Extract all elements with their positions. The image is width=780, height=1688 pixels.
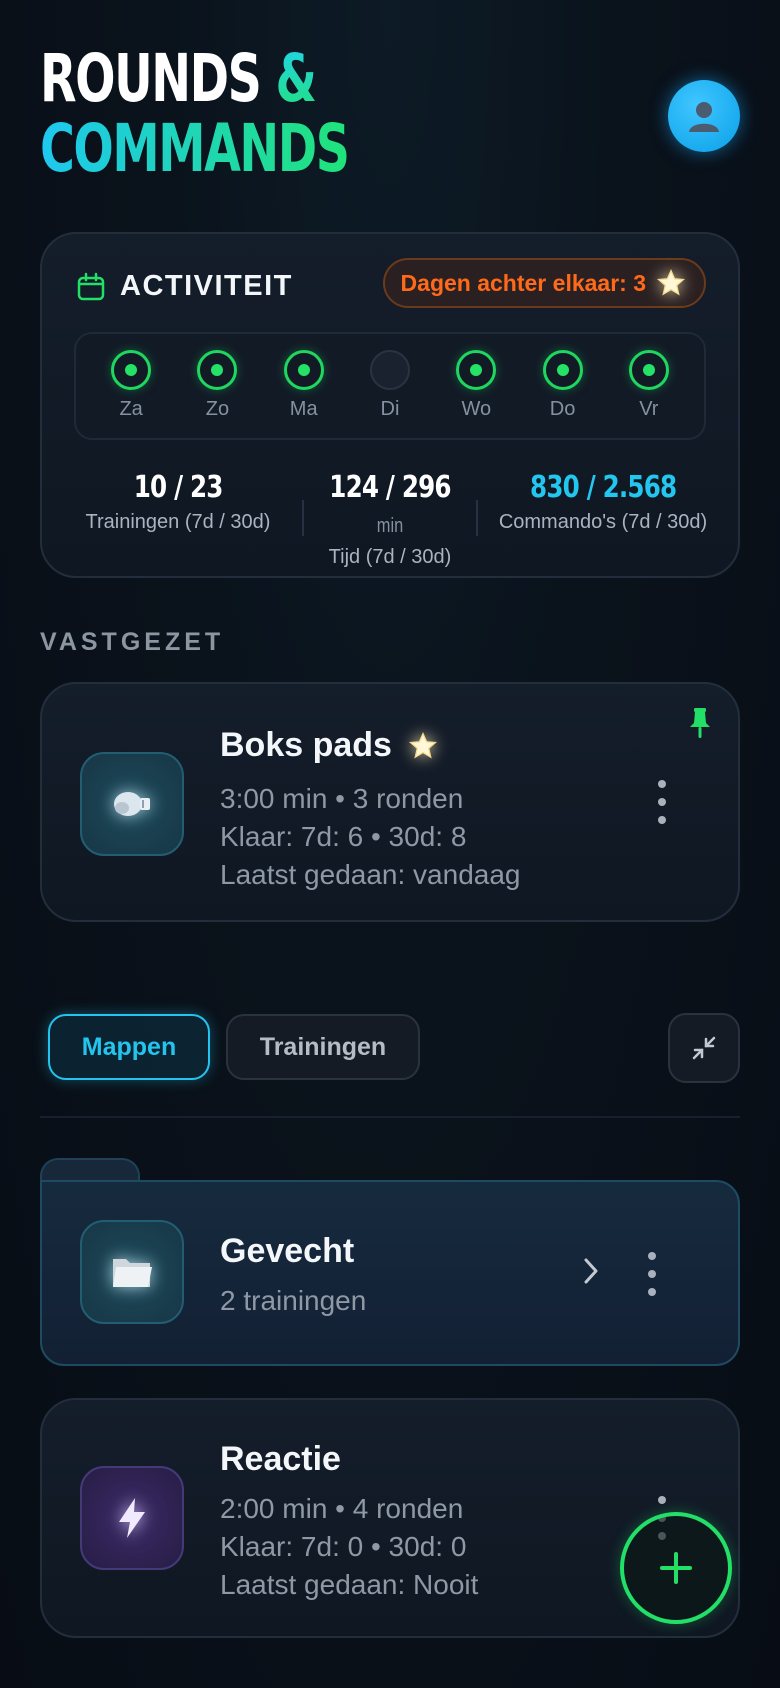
last-done: Laatst gedaan: Nooit xyxy=(220,1569,479,1600)
pinned-training-name-row: Boks pads xyxy=(220,726,440,765)
stat-time-value: 124 / 296 xyxy=(329,470,451,505)
calendar-icon xyxy=(77,272,105,300)
title-word-rounds: ROUNDS xyxy=(40,40,262,117)
view-toggle: Mappen Trainingen xyxy=(48,1014,420,1080)
day-done-indicator xyxy=(456,350,497,390)
day-vr: Vr xyxy=(619,334,679,438)
activity-title: ACTIVITEIT xyxy=(120,270,293,302)
stat-label: Commando's (7d / 30d) xyxy=(498,511,708,533)
completed-counts: Klaar: 7d: 6 • 30d: 8 xyxy=(220,821,467,852)
add-button[interactable] xyxy=(620,1512,732,1624)
folder-card[interactable]: Gevecht 2 trainingen xyxy=(40,1158,740,1366)
folder-count: 2 trainingen xyxy=(220,1285,367,1316)
app-title: ROUNDS & COMMANDS xyxy=(40,44,469,184)
stat-value: 10 / 23 xyxy=(133,470,224,505)
folder-icon xyxy=(80,1220,184,1324)
folder-body: Gevecht 2 trainingen xyxy=(40,1180,740,1366)
stat-time: 124 / 296 min Tijd (7d / 30d) xyxy=(304,470,476,569)
pinned-training-meta: 3:00 min • 3 ronden Klaar: 7d: 6 • 30d: … xyxy=(220,780,520,894)
stat-commands: 830 / 2.568 Commando's (7d / 30d) xyxy=(478,470,728,534)
stat-value: 830 / 2.568 xyxy=(529,470,677,505)
day-done-indicator xyxy=(283,350,324,390)
stat-value: 124 / 296 min xyxy=(319,470,460,540)
training-name: Reactie xyxy=(220,1440,341,1478)
section-divider xyxy=(40,1116,740,1118)
streak-badge: Dagen achter elkaar: 3 xyxy=(382,258,706,308)
day-wo: Wo xyxy=(446,334,506,438)
day-label: Vr xyxy=(639,398,659,420)
profile-avatar-button[interactable] xyxy=(668,80,740,152)
collapse-button[interactable] xyxy=(668,1013,740,1083)
pinned-training-name: Boks pads xyxy=(220,726,392,764)
stat-label: Trainingen (7d / 30d) xyxy=(85,511,271,533)
day-label: Wo xyxy=(461,398,492,420)
weekday-tracker: Za Zo Ma Di Wo Do Vr xyxy=(74,332,706,440)
day-zo: Zo xyxy=(187,334,247,438)
day-za: Za xyxy=(101,334,161,438)
duration-rounds: 2:00 min • 4 ronden xyxy=(220,1493,464,1524)
activity-stats: 10 / 23 Trainingen (7d / 30d) 124 / 296 … xyxy=(42,470,742,569)
activity-card: ACTIVITEIT Dagen achter elkaar: 3 Za Zo … xyxy=(40,232,740,578)
lightning-icon xyxy=(80,1466,184,1570)
day-missed-indicator xyxy=(369,350,410,390)
stat-unit: min xyxy=(376,515,404,537)
more-options-icon[interactable] xyxy=(642,1252,662,1296)
pinned-training-card[interactable]: Boks pads 3:00 min • 3 ronden Klaar: 7d:… xyxy=(40,682,740,922)
tab-trainings[interactable]: Trainingen xyxy=(226,1014,420,1080)
boxing-glove-icon xyxy=(80,752,184,856)
day-label: Zo xyxy=(205,398,230,420)
user-icon xyxy=(689,102,719,132)
day-di: Di xyxy=(360,334,420,438)
title-word-commands: COMMANDS xyxy=(40,110,350,187)
completed-counts: Klaar: 7d: 0 • 30d: 0 xyxy=(220,1531,467,1562)
day-label: Za xyxy=(119,398,143,420)
training-meta: 2:00 min • 4 ronden Klaar: 7d: 0 • 30d: … xyxy=(220,1490,478,1604)
star-icon xyxy=(654,266,688,300)
day-label: Ma xyxy=(289,398,318,420)
collapse-icon xyxy=(692,1036,716,1060)
title-ampersand: & xyxy=(275,40,316,117)
star-icon xyxy=(406,729,440,763)
pin-icon[interactable] xyxy=(686,706,714,740)
day-done-indicator xyxy=(111,350,152,390)
duration-rounds: 3:00 min • 3 ronden xyxy=(220,783,464,814)
day-ma: Ma xyxy=(274,334,334,438)
folder-name: Gevecht xyxy=(220,1232,355,1270)
more-options-icon[interactable] xyxy=(652,780,672,824)
day-done-indicator xyxy=(628,350,669,390)
stat-trainings: 10 / 23 Trainingen (7d / 30d) xyxy=(54,470,302,534)
day-label: Di xyxy=(380,398,400,420)
streak-label: Dagen achter elkaar: 3 xyxy=(400,269,646,296)
day-done-indicator xyxy=(197,350,238,390)
pinned-section-label: VASTGEZET xyxy=(40,628,225,656)
plus-icon xyxy=(660,1552,692,1584)
day-label: Do xyxy=(549,398,576,420)
day-do: Do xyxy=(533,334,593,438)
chevron-right-icon[interactable] xyxy=(578,1256,604,1286)
last-done: Laatst gedaan: vandaag xyxy=(220,859,521,890)
stat-label: Tijd (7d / 30d) xyxy=(328,546,452,568)
tab-folders[interactable]: Mappen xyxy=(48,1014,210,1080)
day-done-indicator xyxy=(542,350,583,390)
